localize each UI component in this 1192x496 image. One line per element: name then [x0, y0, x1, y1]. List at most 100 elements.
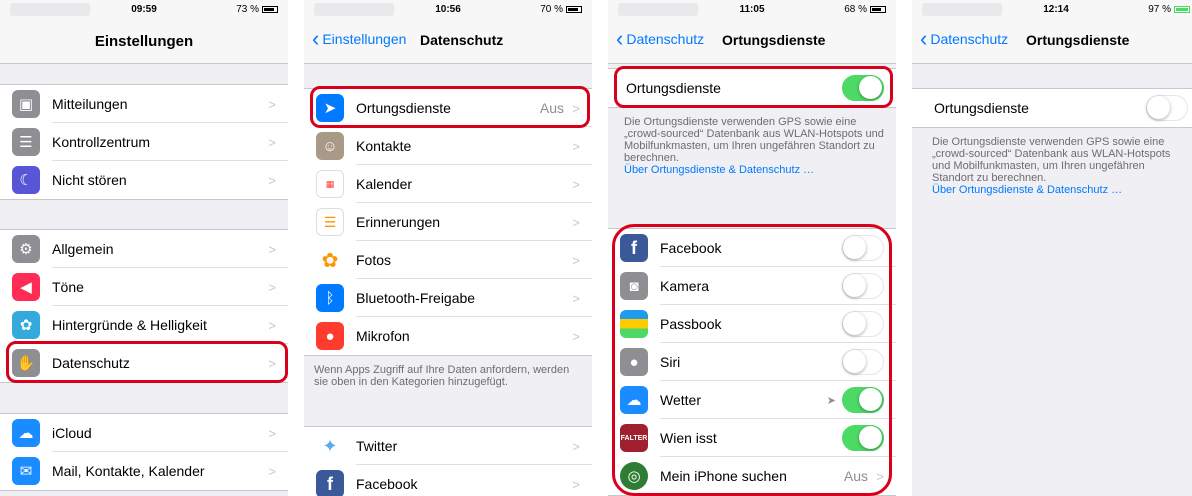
- battery-percent: 97 %: [1148, 4, 1171, 15]
- settings-row-nicht-stoeren[interactable]: ☾ Nicht stören >: [0, 161, 288, 199]
- main-toggle-group: Ortungsdienste: [912, 88, 1192, 128]
- privacy-screen: 10:56 70 % ‹ Einstellungen Datenschutz ➤…: [304, 0, 592, 496]
- battery-percent: 73 %: [236, 4, 259, 15]
- row-label: Erinnerungen: [356, 214, 441, 230]
- battery-percent: 68 %: [844, 4, 867, 15]
- page-title: Ortungsdienste: [722, 32, 826, 48]
- location-info-text: Die Ortungsdienste verwenden GPS sowie e…: [624, 116, 884, 176]
- calendar-icon: ▦: [316, 170, 344, 198]
- privacy-row-erinnerungen[interactable]: ☰ Erinnerungen >: [304, 203, 592, 241]
- chevron-right-icon: >: [268, 172, 276, 188]
- back-label: Einstellungen: [322, 31, 407, 47]
- chevron-right-icon: >: [572, 252, 580, 268]
- bluetooth-icon: ᛒ: [316, 284, 344, 312]
- chevron-right-icon: >: [572, 138, 580, 154]
- settings-row-mitteilungen[interactable]: ▣ Mitteilungen >: [0, 85, 288, 123]
- navigation-bar: ‹ Einstellungen Datenschutz: [304, 20, 592, 64]
- privacy-info-link[interactable]: Über Ortungsdienste & Datenschutz …: [624, 164, 884, 176]
- mail-icon: ✉: [12, 457, 40, 485]
- chevron-right-icon: >: [268, 96, 276, 112]
- navigation-bar: ‹ Datenschutz Ortungsdienste: [608, 20, 896, 64]
- moon-icon: ☾: [12, 166, 40, 194]
- privacy-footer-text: Wenn Apps Zugriff auf Ihre Daten anforde…: [314, 364, 570, 388]
- battery-icon: [566, 6, 582, 13]
- privacy-group-2: ✦ Twitter > f Facebook >: [304, 426, 592, 496]
- microphone-icon: ●: [316, 322, 344, 350]
- chevron-right-icon: >: [268, 317, 276, 333]
- settings-row-kontrollzentrum[interactable]: ☰ Kontrollzentrum >: [0, 123, 288, 161]
- chevron-right-icon: >: [572, 476, 580, 492]
- back-button[interactable]: ‹ Datenschutz: [920, 28, 1008, 50]
- settings-screen: 09:59 73 % Einstellungen ▣ Mitteilungen …: [0, 0, 288, 496]
- privacy-row-bluetooth[interactable]: ᛒ Bluetooth-Freigabe >: [304, 279, 592, 317]
- privacy-row-mikrofon[interactable]: ● Mikrofon >: [304, 317, 592, 355]
- row-label: Mail, Kontakte, Kalender: [52, 463, 205, 479]
- privacy-row-facebook[interactable]: f Facebook >: [304, 465, 592, 496]
- row-label: Kontakte: [356, 138, 412, 154]
- row-label: iCloud: [52, 425, 92, 441]
- privacy-group-1: ➤ Ortungsdienste Aus > ☺ Kontakte > ▦ Ka…: [304, 88, 592, 356]
- settings-group-3: ☁ iCloud > ✉ Mail, Kontakte, Kalender >: [0, 413, 288, 491]
- chevron-right-icon: >: [268, 425, 276, 441]
- chevron-right-icon: >: [572, 290, 580, 306]
- battery-icon: [262, 6, 278, 13]
- chevron-left-icon: ‹: [616, 26, 624, 51]
- page-title: Ortungsdienste: [1026, 32, 1130, 48]
- info-text: Die Ortungsdienste verwenden GPS sowie e…: [932, 136, 1171, 184]
- chevron-right-icon: >: [572, 214, 580, 230]
- location-services-screen-off: 12:14 97 % ‹ Datenschutz Ortungsdienste …: [912, 0, 1192, 496]
- row-label: Kalender: [356, 176, 413, 192]
- chevron-left-icon: ‹: [312, 26, 320, 51]
- row-label: Mikrofon: [356, 328, 410, 344]
- battery-icon: [870, 6, 886, 13]
- row-label: Mitteilungen: [52, 96, 128, 112]
- photos-icon: ✿: [316, 246, 344, 274]
- page-title: Einstellungen: [94, 33, 194, 50]
- navigation-bar: ‹ Datenschutz Ortungsdienste: [912, 20, 1192, 64]
- back-button[interactable]: ‹ Datenschutz: [616, 26, 705, 51]
- location-services-switch[interactable]: [1146, 95, 1188, 121]
- highlight-location-toggle: [614, 66, 893, 108]
- privacy-row-kontakte[interactable]: ☺ Kontakte >: [304, 127, 592, 165]
- row-label: Töne: [52, 279, 84, 295]
- row-label: Allgemein: [52, 241, 114, 257]
- facebook-icon: f: [316, 470, 344, 496]
- chevron-right-icon: >: [268, 241, 276, 257]
- location-info-text: Die Ortungsdienste verwenden GPS sowie e…: [932, 136, 1188, 196]
- settings-row-icloud[interactable]: ☁ iCloud >: [0, 414, 288, 452]
- battery-icon: [1174, 6, 1190, 13]
- row-label: Twitter: [356, 438, 398, 454]
- battery-indicator: 68 %: [844, 4, 886, 15]
- row-label: Hintergründe & Helligkeit: [52, 317, 207, 333]
- back-button[interactable]: ‹ Einstellungen: [312, 26, 407, 51]
- status-bar: 10:56 70 %: [304, 0, 592, 20]
- row-label: Fotos: [356, 252, 392, 268]
- location-services-row: Ortungsdienste: [912, 89, 1192, 127]
- control-center-icon: ☰: [12, 128, 40, 156]
- highlight-ortungsdienste: [310, 86, 590, 128]
- cloud-icon: ☁: [12, 419, 40, 447]
- back-label: Datenschutz: [626, 31, 705, 47]
- settings-row-mail[interactable]: ✉ Mail, Kontakte, Kalender >: [0, 452, 288, 490]
- row-label: Bluetooth-Freigabe: [356, 290, 476, 306]
- row-label: Ortungsdienste: [934, 100, 1029, 116]
- chevron-right-icon: >: [572, 438, 580, 454]
- privacy-row-twitter[interactable]: ✦ Twitter >: [304, 427, 592, 465]
- privacy-row-kalender[interactable]: ▦ Kalender >: [304, 165, 592, 203]
- contacts-icon: ☺: [316, 132, 344, 160]
- chevron-right-icon: >: [268, 463, 276, 479]
- highlight-app-list: [612, 224, 892, 496]
- info-text: Die Ortungsdienste verwenden GPS sowie e…: [624, 116, 884, 164]
- location-services-screen-on: 11:05 68 % ‹ Datenschutz Ortungsdienste …: [608, 0, 896, 496]
- battery-percent: 70 %: [540, 4, 563, 15]
- notifications-icon: ▣: [12, 90, 40, 118]
- settings-row-toene[interactable]: ◀ Töne >: [0, 268, 288, 306]
- settings-row-hintergruende[interactable]: ✿ Hintergründe & Helligkeit >: [0, 306, 288, 344]
- gear-icon: ⚙: [12, 235, 40, 263]
- battery-indicator: 97 %: [1148, 4, 1190, 15]
- settings-row-allgemein[interactable]: ⚙ Allgemein >: [0, 230, 288, 268]
- privacy-info-link[interactable]: Über Ortungsdienste & Datenschutz …: [932, 184, 1188, 196]
- flower-icon: ✿: [12, 311, 40, 339]
- privacy-row-fotos[interactable]: ✿ Fotos >: [304, 241, 592, 279]
- chevron-right-icon: >: [268, 134, 276, 150]
